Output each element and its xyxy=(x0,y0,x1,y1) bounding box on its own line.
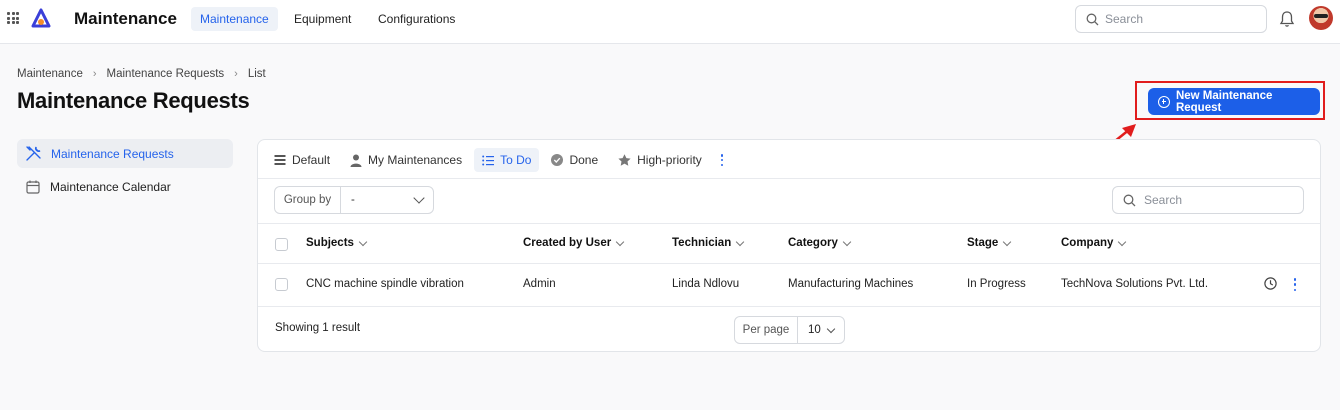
nav-equipment[interactable]: Equipment xyxy=(285,7,360,31)
group-by-label: Group by xyxy=(275,187,341,213)
per-page-label: Per page xyxy=(735,317,798,343)
breadcrumb-maintenance[interactable]: Maintenance xyxy=(17,68,83,80)
clock-icon[interactable] xyxy=(1264,277,1277,290)
chevron-right-icon: › xyxy=(234,68,238,80)
search-icon xyxy=(1123,194,1136,206)
view-tab-done[interactable]: Done xyxy=(543,148,606,172)
cell-company: TechNova Solutions Pvt. Ltd. xyxy=(1061,278,1209,290)
view-tab-label: High-priority xyxy=(637,153,702,167)
list-rows-icon xyxy=(274,155,286,165)
list-panel: Default My Maintenances To Do Done High-… xyxy=(257,139,1321,352)
view-tab-my-maintenances[interactable]: My Maintenances xyxy=(342,148,470,172)
column-header-company[interactable]: Company xyxy=(1061,237,1127,249)
cell-stage: In Progress xyxy=(967,278,1026,290)
view-tab-label: Done xyxy=(569,153,599,167)
divider xyxy=(258,306,1320,307)
chevron-down-icon xyxy=(842,237,852,246)
divider xyxy=(258,263,1320,264)
bell-icon[interactable] xyxy=(1279,10,1295,28)
cell-subject[interactable]: CNC machine spindle vibration xyxy=(306,278,464,290)
plus-circle-icon xyxy=(1158,95,1170,108)
breadcrumb: Maintenance › Maintenance Requests › Lis… xyxy=(17,68,266,80)
chevron-down-icon xyxy=(615,237,625,246)
list-search-input[interactable]: Search xyxy=(1112,186,1304,214)
group-by-value: - xyxy=(351,194,355,206)
view-tab-to-do[interactable]: To Do xyxy=(474,148,540,172)
checklist-icon xyxy=(482,155,495,165)
breadcrumb-list: List xyxy=(247,68,266,80)
column-header-label: Stage xyxy=(967,237,999,249)
chevron-down-icon xyxy=(1118,237,1127,246)
column-header-category[interactable]: Category xyxy=(788,237,852,249)
view-tab-high-priority[interactable]: High-priority xyxy=(610,148,710,172)
list-search-placeholder: Search xyxy=(1144,193,1183,207)
nav-configurations[interactable]: Configurations xyxy=(369,7,464,31)
app-logo-icon[interactable] xyxy=(30,8,52,30)
app-name: Maintenance xyxy=(74,9,177,28)
top-bar: Maintenance Maintenance Equipment Config… xyxy=(0,0,1340,44)
nav-maintenance[interactable]: Maintenance xyxy=(191,7,278,31)
result-count: Showing 1 result xyxy=(275,322,361,334)
calendar-icon xyxy=(26,180,40,194)
row-checkbox[interactable] xyxy=(275,278,288,291)
column-header-stage[interactable]: Stage xyxy=(967,237,1012,249)
column-header-created-by-user[interactable]: Created by User xyxy=(523,237,625,249)
column-header-label: Subjects xyxy=(306,237,354,249)
sidebar-item-label: Maintenance Calendar xyxy=(50,179,171,194)
global-search-placeholder: Search xyxy=(1105,12,1144,26)
divider xyxy=(258,178,1320,179)
sidebar-item-maintenance-requests[interactable]: Maintenance Requests xyxy=(17,139,233,168)
view-tab-label: My Maintenances xyxy=(368,153,463,167)
new-maintenance-request-label: New Maintenance Request xyxy=(1175,89,1273,114)
select-all-checkbox[interactable] xyxy=(275,238,288,251)
search-icon xyxy=(1086,13,1099,25)
sidebar-item-maintenance-calendar[interactable]: Maintenance Calendar xyxy=(17,172,233,201)
column-header-label: Created by User xyxy=(523,237,612,249)
page-title: Maintenance Requests xyxy=(17,88,250,113)
tools-icon xyxy=(26,146,41,161)
divider xyxy=(258,223,1320,224)
user-icon xyxy=(350,154,362,167)
view-tab-label: To Do xyxy=(500,153,532,167)
chevron-down-icon xyxy=(1003,237,1012,246)
column-header-label: Company xyxy=(1061,237,1114,249)
star-icon xyxy=(618,154,631,166)
new-maintenance-request-button[interactable]: New Maintenance Request xyxy=(1148,88,1320,115)
column-header-subjects[interactable]: Subjects xyxy=(306,237,368,249)
chevron-down-icon xyxy=(735,237,745,246)
app-grid-icon[interactable] xyxy=(7,12,19,24)
cell-category: Manufacturing Machines xyxy=(788,278,914,290)
chevron-down-icon xyxy=(413,192,425,204)
per-page-select[interactable]: Per page 10 xyxy=(734,316,845,344)
cell-created-by-user: Admin xyxy=(523,278,556,290)
more-views-kebab-icon[interactable] xyxy=(716,153,728,167)
global-search-input[interactable]: Search xyxy=(1075,5,1267,33)
row-actions-kebab-icon[interactable] xyxy=(1292,278,1298,291)
chevron-down-icon xyxy=(826,324,836,333)
breadcrumb-maintenance-requests[interactable]: Maintenance Requests xyxy=(107,68,225,80)
sidebar-item-label: Maintenance Requests xyxy=(51,146,174,161)
user-avatar[interactable] xyxy=(1309,6,1333,30)
per-page-value: 10 xyxy=(808,324,821,336)
chevron-right-icon: › xyxy=(92,68,97,80)
cell-technician: Linda Ndlovu xyxy=(672,278,740,290)
check-circle-icon xyxy=(551,154,564,166)
column-header-label: Category xyxy=(788,237,838,249)
view-tab-label: Default xyxy=(292,153,331,167)
column-header-label: Technician xyxy=(672,237,732,249)
view-tab-default[interactable]: Default xyxy=(266,148,338,172)
column-header-technician[interactable]: Technician xyxy=(672,237,745,249)
chevron-down-icon xyxy=(358,237,368,246)
view-tabs: Default My Maintenances To Do Done High-… xyxy=(266,148,728,172)
group-by-select[interactable]: Group by - xyxy=(274,186,434,214)
